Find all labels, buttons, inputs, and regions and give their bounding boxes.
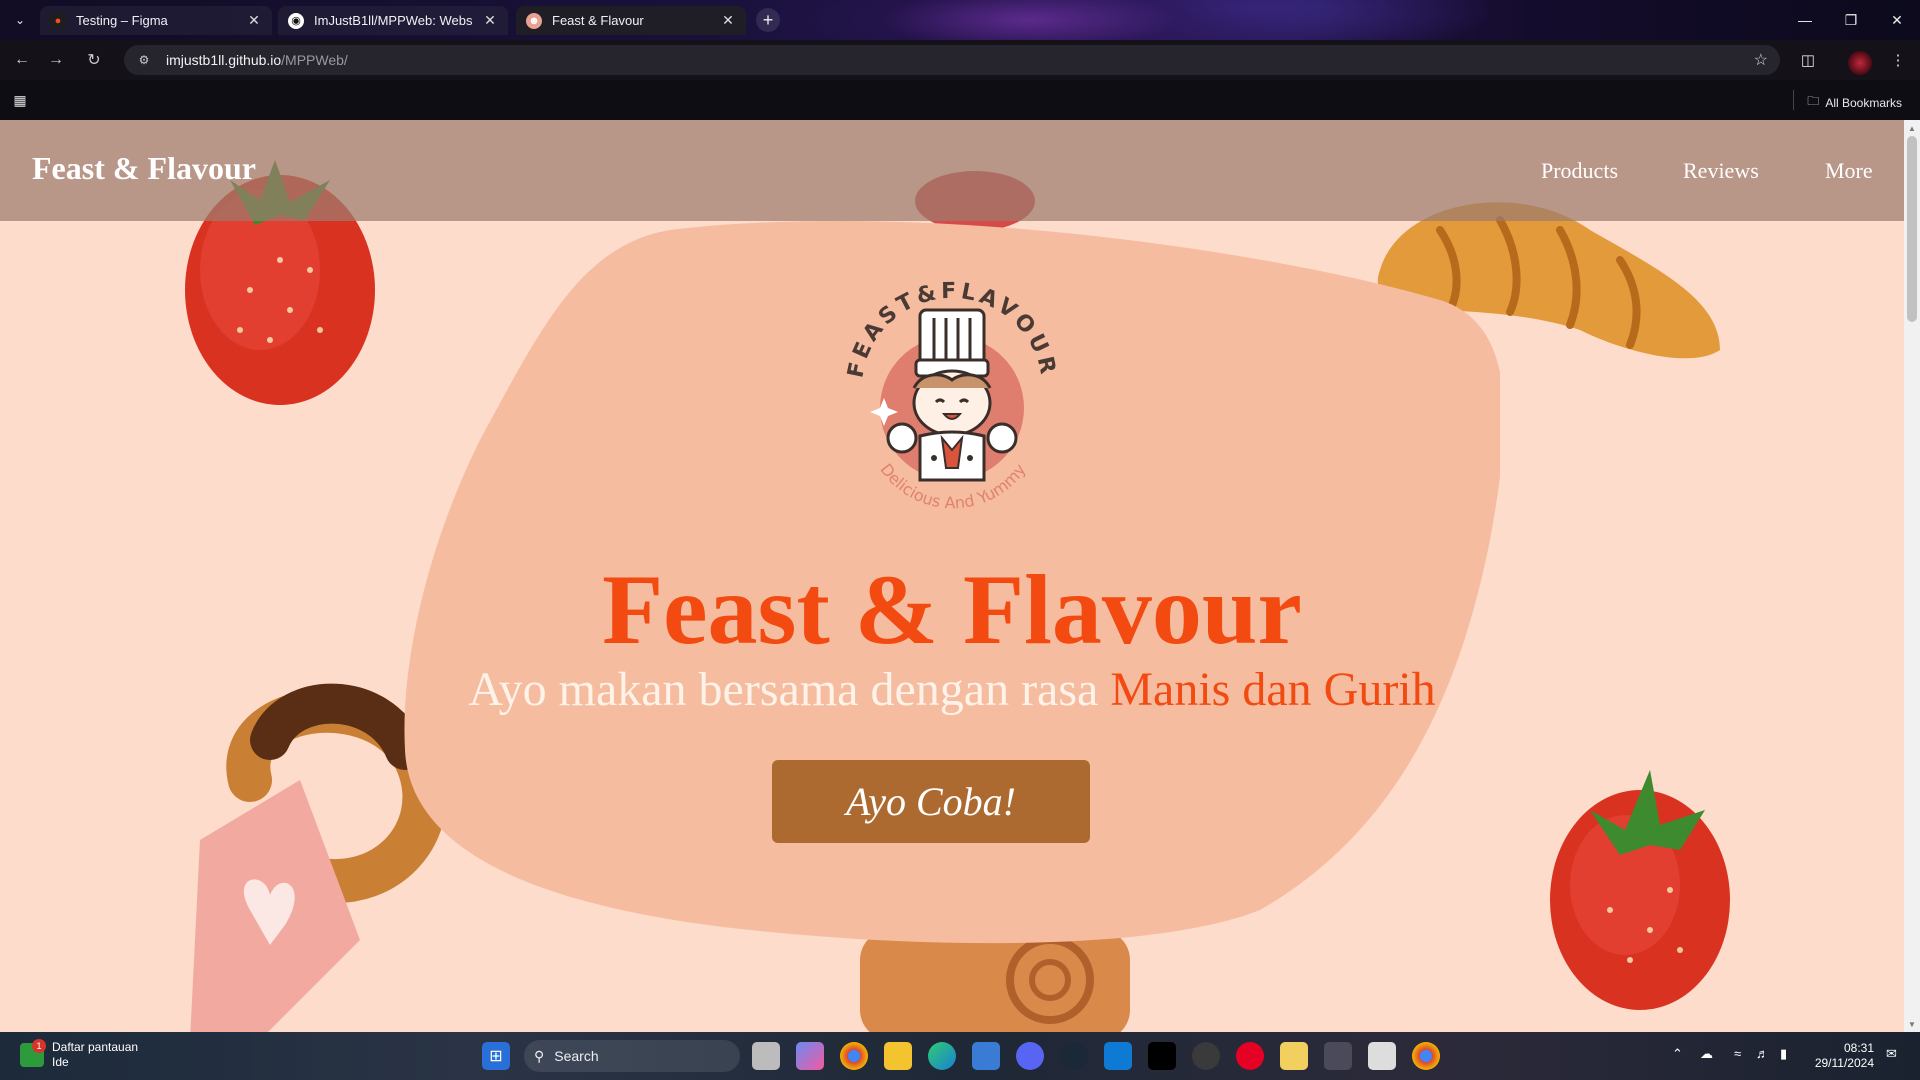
notifications-icon[interactable]: ✉: [1886, 1046, 1897, 1062]
store-icon[interactable]: [972, 1042, 1000, 1070]
unity-icon[interactable]: [1324, 1042, 1352, 1070]
task-view-icon[interactable]: [752, 1042, 780, 1070]
url-path: /MPPWeb/: [281, 52, 348, 68]
all-bookmarks-label: All Bookmarks: [1825, 95, 1902, 110]
hero-subtitle-text: Ayo makan bersama dengan rasa: [468, 663, 1111, 716]
strawberry-illustration: [1550, 770, 1730, 1010]
watchlist-title: Daftar pantauan: [52, 1040, 139, 1054]
chrome-active-icon[interactable]: [1412, 1042, 1440, 1070]
clock-date: 29/11/2024: [1814, 1056, 1874, 1070]
stocks-icon: 1: [20, 1039, 46, 1067]
divider: [1793, 90, 1795, 110]
url-host: imjustb1ll.github.io: [166, 52, 282, 68]
close-icon[interactable]: ✕: [482, 12, 498, 29]
reload-icon[interactable]: ↻: [82, 48, 106, 72]
github-icon: ◉: [288, 12, 304, 29]
figma-icon: ●: [50, 12, 66, 29]
steam-icon[interactable]: [1060, 1042, 1088, 1070]
watchlist-subtitle: Ide: [52, 1055, 69, 1069]
restore-icon[interactable]: ❐: [1836, 8, 1866, 32]
feast-flavour-logo: FEAST&FLAVOUR Delicious And Yummy: [843, 279, 1056, 512]
tab-figma[interactable]: ● Testing – Figma ✕: [40, 6, 272, 35]
nav-reviews[interactable]: Reviews: [1683, 158, 1759, 184]
tab-title: ImJustB1ll/MPPWeb: Website c: [314, 13, 472, 28]
windows-start-icon[interactable]: ⊞: [482, 1042, 510, 1070]
discord-icon[interactable]: [1016, 1042, 1044, 1070]
scroll-up-icon[interactable]: ▲: [1904, 120, 1920, 136]
tab-title: Testing – Figma: [76, 13, 168, 28]
extensions-icon[interactable]: ◫: [1796, 48, 1820, 72]
notes-icon[interactable]: [1280, 1042, 1308, 1070]
profile-avatar[interactable]: [1848, 51, 1872, 75]
bookmark-star-icon[interactable]: ☆: [1754, 50, 1768, 70]
windows-taskbar: 1 Daftar pantauan Ide ⊞ ⚲ Search ⌃ ☁ ≈ ♬…: [0, 1032, 1920, 1080]
vscode-icon[interactable]: [1104, 1042, 1132, 1070]
close-window-icon[interactable]: ✕: [1882, 8, 1912, 32]
app-icon[interactable]: [1368, 1042, 1396, 1070]
clock-time: 08:31: [1843, 1041, 1874, 1055]
search-icon: ⚲: [534, 1047, 545, 1064]
tab-title: Feast & Flavour: [552, 13, 644, 28]
wifi-icon[interactable]: ≈: [1734, 1046, 1741, 1061]
tray-chevron-icon[interactable]: ⌃: [1672, 1046, 1683, 1062]
taskbar-search[interactable]: ⚲ Search: [524, 1040, 740, 1072]
watchlist-widget[interactable]: 1 Daftar pantauan Ide: [20, 1039, 139, 1070]
page-viewport: FEAST&FLAVOUR Delicious And Yummy Feast …: [0, 120, 1904, 1032]
notification-badge: 1: [32, 1039, 46, 1053]
forward-icon[interactable]: →: [44, 48, 68, 72]
browser-toolbar: ← → ↻ ⚙ imjustb1ll.github.io/MPPWeb/ ☆ ◫…: [0, 40, 1920, 80]
nav-more[interactable]: More: [1825, 158, 1873, 184]
ayo-coba-button[interactable]: Ayo Coba!: [772, 760, 1090, 843]
obs-icon[interactable]: [1192, 1042, 1220, 1070]
all-bookmarks-button[interactable]: 🗀 All Bookmarks: [1793, 90, 1902, 113]
url-text[interactable]: imjustb1ll.github.io/MPPWeb/: [166, 52, 348, 68]
page-scrollbar[interactable]: ▲ ▼: [1904, 120, 1920, 1032]
new-tab-button[interactable]: +: [756, 8, 780, 32]
site-navbar: Feast & Flavour Products Reviews More: [0, 120, 1904, 221]
hero-subtitle: Ayo makan bersama dengan rasa Manis dan …: [0, 662, 1904, 717]
onedrive-icon[interactable]: ☁: [1700, 1046, 1713, 1062]
pinterest-icon[interactable]: [1236, 1042, 1264, 1070]
minimize-icon[interactable]: —: [1790, 8, 1820, 32]
file-explorer-icon[interactable]: [884, 1042, 912, 1070]
battery-icon[interactable]: ▮: [1780, 1046, 1787, 1062]
capcut-icon[interactable]: [1148, 1042, 1176, 1070]
copilot-icon[interactable]: [796, 1042, 824, 1070]
volume-icon[interactable]: ♬: [1756, 1046, 1769, 1061]
bookmarks-bar: ▦ 🗀 All Bookmarks: [0, 80, 1920, 120]
search-label: Search: [554, 1048, 599, 1064]
nav-products[interactable]: Products: [1541, 158, 1618, 184]
hero-title: Feast & Flavour: [602, 554, 1302, 665]
chrome-icon[interactable]: [840, 1042, 868, 1070]
site-settings-icon[interactable]: ⚙: [136, 52, 152, 68]
folder-icon: 🗀: [1807, 94, 1820, 108]
back-icon[interactable]: ←: [10, 48, 34, 72]
tab-search-chevron-icon[interactable]: ⌄: [8, 8, 32, 32]
hero-subtitle-accent: Manis dan Gurih: [1110, 663, 1436, 716]
close-icon[interactable]: ✕: [246, 12, 262, 29]
taskbar-clock[interactable]: 08:31 29/11/2024: [1810, 1041, 1874, 1071]
chef-icon: ☻: [526, 12, 542, 29]
scroll-down-icon[interactable]: ▼: [1904, 1016, 1920, 1032]
site-brand[interactable]: Feast & Flavour: [32, 150, 256, 187]
address-bar[interactable]: ⚙ imjustb1ll.github.io/MPPWeb/ ☆: [124, 45, 1780, 75]
close-icon[interactable]: ✕: [720, 12, 736, 29]
edge-icon[interactable]: [928, 1042, 956, 1070]
tab-strip: ⌄ ● Testing – Figma ✕ ◉ ImJustB1ll/MPPWe…: [0, 0, 1920, 40]
more-menu-icon[interactable]: ⋮: [1886, 48, 1910, 72]
apps-grid-icon[interactable]: ▦: [10, 90, 30, 110]
tab-github[interactable]: ◉ ImJustB1ll/MPPWeb: Website c ✕: [278, 6, 508, 35]
scroll-thumb[interactable]: [1907, 136, 1917, 322]
tab-feast-flavour[interactable]: ☻ Feast & Flavour ✕: [516, 6, 746, 35]
